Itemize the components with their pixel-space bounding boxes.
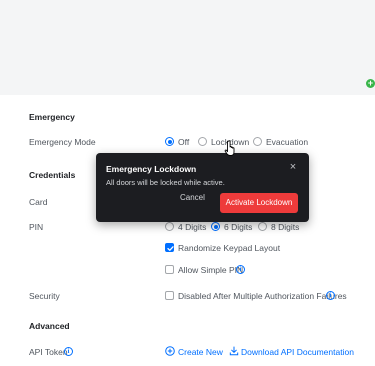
create-new-link[interactable]: Create New xyxy=(178,347,223,357)
activate-lockdown-button[interactable]: Activate Lockdown xyxy=(220,193,298,213)
emergency-off-label[interactable]: Off xyxy=(178,137,189,147)
info-icon[interactable]: i xyxy=(326,291,335,300)
checkmark-icon xyxy=(167,246,174,251)
pin-4-digits-radio[interactable] xyxy=(165,222,174,231)
disabled-after-failures-label[interactable]: Disabled After Multiple Authorization Fa… xyxy=(178,291,347,301)
pin-4-digits-label[interactable]: 4 Digits xyxy=(178,222,206,232)
emergency-off-radio[interactable] xyxy=(165,137,174,146)
emergency-evacuation-radio[interactable] xyxy=(253,137,262,146)
modal-title: Emergency Lockdown xyxy=(106,164,197,174)
info-icon[interactable]: i xyxy=(64,347,73,356)
card-label: Card xyxy=(29,197,48,207)
emergency-section-title: Emergency xyxy=(29,112,75,122)
add-icon[interactable]: + xyxy=(366,79,375,88)
hand-cursor-icon xyxy=(224,140,235,156)
credentials-section-title: Credentials xyxy=(29,170,76,180)
pin-label: PIN xyxy=(29,222,44,232)
pin-6-digits-label[interactable]: 6 Digits xyxy=(224,222,252,232)
randomize-keypad-checkbox[interactable] xyxy=(165,243,174,252)
pin-8-digits-label[interactable]: 8 Digits xyxy=(271,222,299,232)
top-panel-background xyxy=(0,0,375,95)
randomize-keypad-label[interactable]: Randomize Keypad Layout xyxy=(178,243,280,253)
disabled-after-failures-checkbox[interactable] xyxy=(165,291,174,300)
emergency-evacuation-label[interactable]: Evacuation xyxy=(266,137,308,147)
info-icon[interactable]: i xyxy=(236,265,245,274)
security-label: Security xyxy=(29,291,60,301)
pin-6-digits-radio[interactable] xyxy=(211,222,220,231)
advanced-section-title: Advanced xyxy=(29,321,70,331)
download-api-documentation-link[interactable]: Download API Documentation xyxy=(241,347,354,357)
plus-circle-icon[interactable] xyxy=(165,346,175,356)
pin-8-digits-radio[interactable] xyxy=(258,222,267,231)
allow-simple-pin-checkbox[interactable] xyxy=(165,265,174,274)
emergency-lockdown-radio[interactable] xyxy=(198,137,207,146)
cancel-button[interactable]: Cancel xyxy=(180,193,205,202)
close-icon[interactable]: × xyxy=(288,162,298,173)
api-token-label: API Token xyxy=(29,347,68,357)
allow-simple-pin-label[interactable]: Allow Simple PIN xyxy=(178,265,243,275)
emergency-mode-label: Emergency Mode xyxy=(29,137,96,147)
modal-message: All doors will be locked while active. xyxy=(106,178,225,187)
download-icon[interactable] xyxy=(229,346,239,356)
